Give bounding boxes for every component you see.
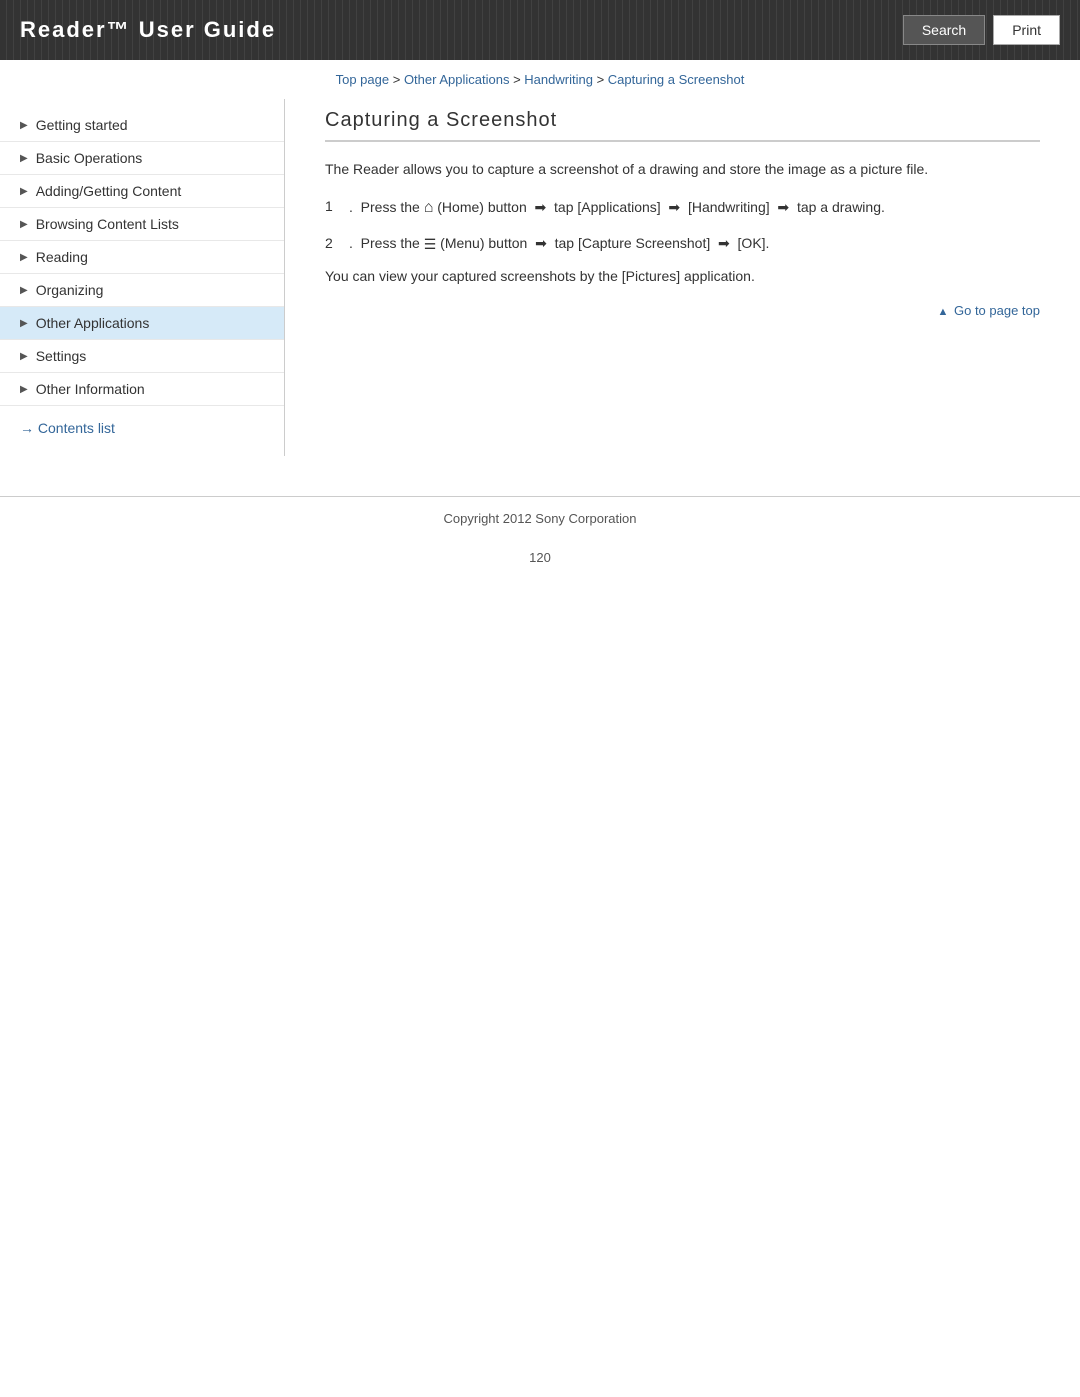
breadcrumb-current[interactable]: Capturing a Screenshot bbox=[608, 72, 745, 87]
arrow-icon-settings: ▶ bbox=[20, 351, 28, 362]
breadcrumb-other-apps[interactable]: Other Applications bbox=[404, 72, 510, 87]
arrow-icon-getting-started: ▶ bbox=[20, 120, 28, 131]
contents-list-label: Contents list bbox=[38, 420, 115, 436]
sidebar-item-other-information[interactable]: ▶ Other Information bbox=[0, 373, 284, 406]
arrow-icon-other-applications: ▶ bbox=[20, 318, 28, 329]
breadcrumb-top[interactable]: Top page bbox=[336, 72, 390, 87]
sidebar-item-other-applications[interactable]: ▶ Other Applications bbox=[0, 307, 284, 340]
sidebar-item-settings[interactable]: ▶ Settings bbox=[0, 340, 284, 373]
sidebar-label-basic-operations: Basic Operations bbox=[36, 150, 143, 166]
sidebar: ▶ Getting started ▶ Basic Operations ▶ A… bbox=[0, 99, 285, 456]
arrow-icon-basic-operations: ▶ bbox=[20, 153, 28, 164]
contents-list-link[interactable]: → Contents list bbox=[20, 420, 115, 436]
footer: Copyright 2012 Sony Corporation bbox=[0, 496, 1080, 540]
breadcrumb-sep-1: > bbox=[393, 72, 404, 87]
content-area: Capturing a Screenshot The Reader allows… bbox=[285, 99, 1080, 338]
sidebar-item-reading[interactable]: ▶ Reading bbox=[0, 241, 284, 274]
header: Reader™ User Guide Search Print bbox=[0, 0, 1080, 60]
sidebar-label-other-applications: Other Applications bbox=[36, 315, 150, 331]
main-layout: ▶ Getting started ▶ Basic Operations ▶ A… bbox=[0, 99, 1080, 476]
sidebar-item-basic-operations[interactable]: ▶ Basic Operations bbox=[0, 142, 284, 175]
sidebar-label-settings: Settings bbox=[36, 348, 87, 364]
breadcrumb-sep-3: > bbox=[597, 72, 608, 87]
breadcrumb: Top page > Other Applications > Handwrit… bbox=[0, 60, 1080, 99]
sidebar-footer: → Contents list bbox=[0, 406, 284, 436]
site-title: Reader™ User Guide bbox=[20, 17, 276, 43]
intro-paragraph: The Reader allows you to capture a scree… bbox=[325, 158, 1040, 180]
sidebar-item-getting-started[interactable]: ▶ Getting started bbox=[0, 109, 284, 142]
go-to-top: ▲ Go to page top bbox=[325, 303, 1040, 318]
arrow-icon-other-information: ▶ bbox=[20, 384, 28, 395]
header-buttons: Search Print bbox=[903, 15, 1060, 45]
step-1-num: 1 bbox=[325, 194, 345, 219]
sidebar-label-adding-content: Adding/Getting Content bbox=[36, 183, 182, 199]
sidebar-label-reading: Reading bbox=[36, 249, 88, 265]
copyright-text: Copyright 2012 Sony Corporation bbox=[444, 511, 637, 526]
sidebar-label-browsing: Browsing Content Lists bbox=[36, 216, 179, 232]
contents-list-arrow-icon: → bbox=[20, 420, 38, 436]
search-button[interactable]: Search bbox=[903, 15, 985, 45]
go-to-top-link[interactable]: ▲ Go to page top bbox=[937, 303, 1040, 318]
breadcrumb-handwriting[interactable]: Handwriting bbox=[524, 72, 593, 87]
breadcrumb-sep-2: > bbox=[513, 72, 524, 87]
arrow-icon-organizing: ▶ bbox=[20, 285, 28, 296]
go-to-top-label: Go to page top bbox=[954, 303, 1040, 318]
triangle-up-icon: ▲ bbox=[937, 306, 948, 318]
home-icon: ⌂ bbox=[424, 194, 434, 223]
arrow-icon-browsing: ▶ bbox=[20, 219, 28, 230]
step-2-num: 2 bbox=[325, 231, 345, 256]
sidebar-label-organizing: Organizing bbox=[36, 282, 104, 298]
page-title: Capturing a Screenshot bbox=[325, 109, 1040, 142]
sidebar-item-browsing[interactable]: ▶ Browsing Content Lists bbox=[0, 208, 284, 241]
page-number: 120 bbox=[0, 540, 1080, 575]
sidebar-item-adding-content[interactable]: ▶ Adding/Getting Content bbox=[0, 175, 284, 208]
sidebar-label-getting-started: Getting started bbox=[36, 117, 128, 133]
step-1-text: . Press the ⌂ (Home) button ➡ tap [Appli… bbox=[349, 194, 885, 223]
arrow-icon-reading: ▶ bbox=[20, 252, 28, 263]
sidebar-label-other-information: Other Information bbox=[36, 381, 145, 397]
note-paragraph: You can view your captured screenshots b… bbox=[325, 265, 1040, 287]
step-2-text: . Press the ☰ (Menu) button ➡ tap [Captu… bbox=[349, 231, 769, 257]
step-1: 1 . Press the ⌂ (Home) button ➡ tap [App… bbox=[325, 194, 1040, 223]
step-2: 2 . Press the ☰ (Menu) button ➡ tap [Cap… bbox=[325, 231, 1040, 257]
sidebar-item-organizing[interactable]: ▶ Organizing bbox=[0, 274, 284, 307]
arrow-icon-adding-content: ▶ bbox=[20, 186, 28, 197]
print-button[interactable]: Print bbox=[993, 15, 1060, 45]
menu-icon: ☰ bbox=[424, 232, 437, 257]
